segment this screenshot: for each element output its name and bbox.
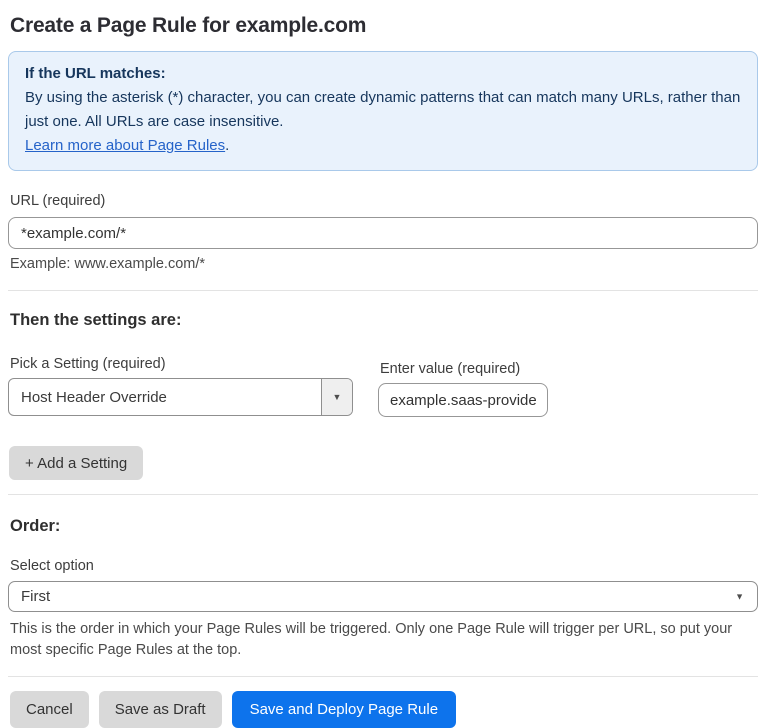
settings-row: Pick a Setting (required) Host Header Ov…	[8, 356, 758, 417]
divider	[8, 494, 758, 495]
footer-actions: Cancel Save as Draft Save and Deploy Pag…	[10, 691, 758, 728]
save-as-draft-button[interactable]: Save as Draft	[98, 691, 222, 728]
chevron-down-icon: ▼	[332, 391, 342, 402]
link-suffix: .	[225, 137, 230, 154]
url-example-text: Example: www.example.com/*	[10, 256, 206, 272]
url-label: URL (required)	[10, 193, 106, 209]
add-setting-button[interactable]: + Add a Setting	[9, 446, 144, 480]
pick-setting-label: Pick a Setting (required)	[10, 356, 166, 372]
chevron-down-icon: ▼	[735, 591, 744, 601]
url-match-info-panel: If the URL matches: By using the asteris…	[8, 51, 758, 171]
setting-value-input[interactable]	[378, 383, 548, 417]
setting-select-arrow-button[interactable]: ▼	[321, 379, 352, 415]
settings-section-heading: Then the settings are:	[10, 311, 182, 329]
save-and-deploy-button[interactable]: Save and Deploy Page Rule	[231, 691, 457, 728]
divider	[8, 290, 758, 291]
order-select[interactable]: First ▼	[8, 581, 758, 612]
setting-select-value: Host Header Override	[21, 388, 167, 406]
page-title: Create a Page Rule for example.com	[10, 14, 367, 37]
info-panel-heading: If the URL matches:	[25, 65, 166, 82]
enter-value-group: Enter value (required)	[378, 356, 548, 417]
pick-setting-group: Pick a Setting (required) Host Header Ov…	[8, 356, 353, 417]
order-help-text: This is the order in which your Page Rul…	[10, 621, 733, 658]
order-section-heading: Order:	[10, 517, 61, 535]
learn-more-link[interactable]: Learn more about Page Rules	[25, 137, 225, 154]
divider	[8, 676, 758, 677]
page-rule-form: Create a Page Rule for example.com If th…	[0, 0, 772, 728]
url-input[interactable]	[8, 217, 758, 249]
order-select-label: Select option	[10, 558, 94, 574]
setting-select[interactable]: Host Header Override ▼	[8, 378, 353, 416]
order-select-value: First	[21, 588, 51, 605]
info-panel-body: By using the asterisk (*) character, you…	[25, 89, 741, 130]
info-panel-link-line: Learn more about Page Rules.	[25, 134, 741, 158]
cancel-button[interactable]: Cancel	[10, 691, 89, 728]
enter-value-label: Enter value (required)	[380, 361, 521, 377]
